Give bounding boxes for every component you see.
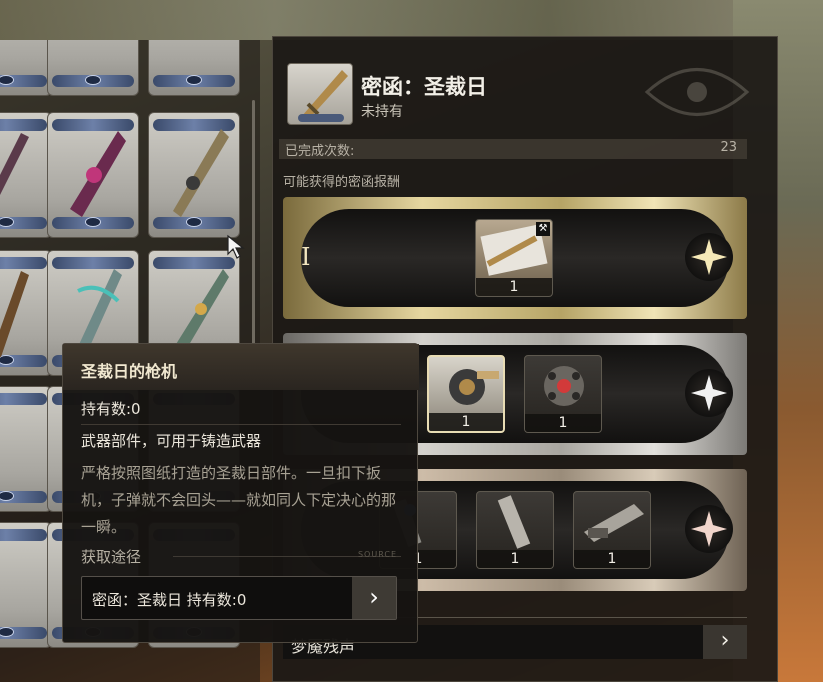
emblem-icon: [644, 68, 750, 116]
star-icon: [685, 369, 733, 417]
completion-label: 已完成次数:: [285, 144, 355, 159]
reward-item-blueprint[interactable]: ⚒ 1: [475, 219, 553, 297]
rewards-section-label: 可能获得的密函报酬: [283, 175, 401, 190]
tooltip-owned-count: 持有数:0: [81, 400, 141, 418]
blade-part-icon: [584, 504, 644, 542]
reward-item-cylinder[interactable]: 1: [476, 491, 554, 569]
item-quantity: 1: [525, 414, 601, 432]
item-quantity: 1: [477, 550, 553, 568]
inventory-scrollbar[interactable]: [252, 100, 255, 360]
completion-count-bar: 已完成次数: 23: [279, 139, 747, 159]
tooltip-source-tag: SOURCE: [357, 550, 397, 559]
orb-part-icon: [544, 366, 584, 406]
source-link-label: 密函：圣裁日 持有数:0: [92, 591, 247, 609]
background-top: [0, 0, 823, 40]
inventory-cell[interactable]: [47, 40, 139, 96]
hammer-icon: ⚒: [536, 222, 550, 236]
inventory-cell[interactable]: [0, 250, 52, 376]
inventory-cell[interactable]: [0, 112, 52, 238]
weapon-icon: [0, 133, 29, 195]
item-quantity: 1: [429, 413, 503, 431]
reward-item-trigger[interactable]: 1: [427, 355, 505, 433]
completion-value: 23: [720, 140, 737, 155]
chevron-right-icon[interactable]: ›: [352, 577, 396, 619]
tooltip-item-type: 武器部件，可用于铸造武器: [81, 432, 262, 450]
item-tooltip: 圣裁日的枪机 持有数:0 武器部件，可用于铸造武器 严格按照图纸打造的圣裁日部件…: [62, 343, 419, 643]
weapon-icon: [173, 129, 229, 217]
cursor-icon: [227, 234, 245, 259]
reward-tier-1: I ⚒ 1: [283, 197, 747, 319]
cipher-status: 未持有: [361, 104, 403, 120]
item-quantity: 1: [574, 550, 650, 568]
source-link-button[interactable]: 密函：圣裁日 持有数:0 ›: [81, 576, 397, 620]
trigger-part-icon: [449, 369, 499, 405]
inventory-cell[interactable]: [0, 386, 52, 512]
star-icon: [685, 505, 733, 553]
star-icon: [685, 233, 733, 281]
reward-item-orb[interactable]: 1: [524, 355, 602, 433]
tooltip-title: 圣裁日的枪机: [81, 362, 178, 381]
cipher-title: 密函：圣裁日: [361, 75, 487, 99]
reward-item-blade[interactable]: 1: [573, 491, 651, 569]
tooltip-source-label: 获取途径: [81, 548, 142, 566]
cylinder-part-icon: [497, 495, 531, 549]
inventory-cell[interactable]: [0, 522, 52, 648]
inventory-cell[interactable]: [47, 112, 139, 238]
cipher-icon: [287, 63, 353, 125]
item-quantity: 1: [476, 278, 552, 296]
tier-numeral: I: [301, 243, 311, 271]
tooltip-description: 严格按照图纸打造的圣裁日部件。一旦扣下扳机，子弹就不会回头——就如同人下定决心的…: [81, 464, 397, 536]
weapon-icon: [70, 131, 126, 217]
weapon-icon: [0, 271, 29, 357]
chevron-right-icon[interactable]: ›: [703, 625, 747, 659]
inventory-cell[interactable]: [0, 40, 52, 96]
inventory-cell[interactable]: [148, 112, 240, 238]
inventory-cell[interactable]: [148, 40, 240, 96]
